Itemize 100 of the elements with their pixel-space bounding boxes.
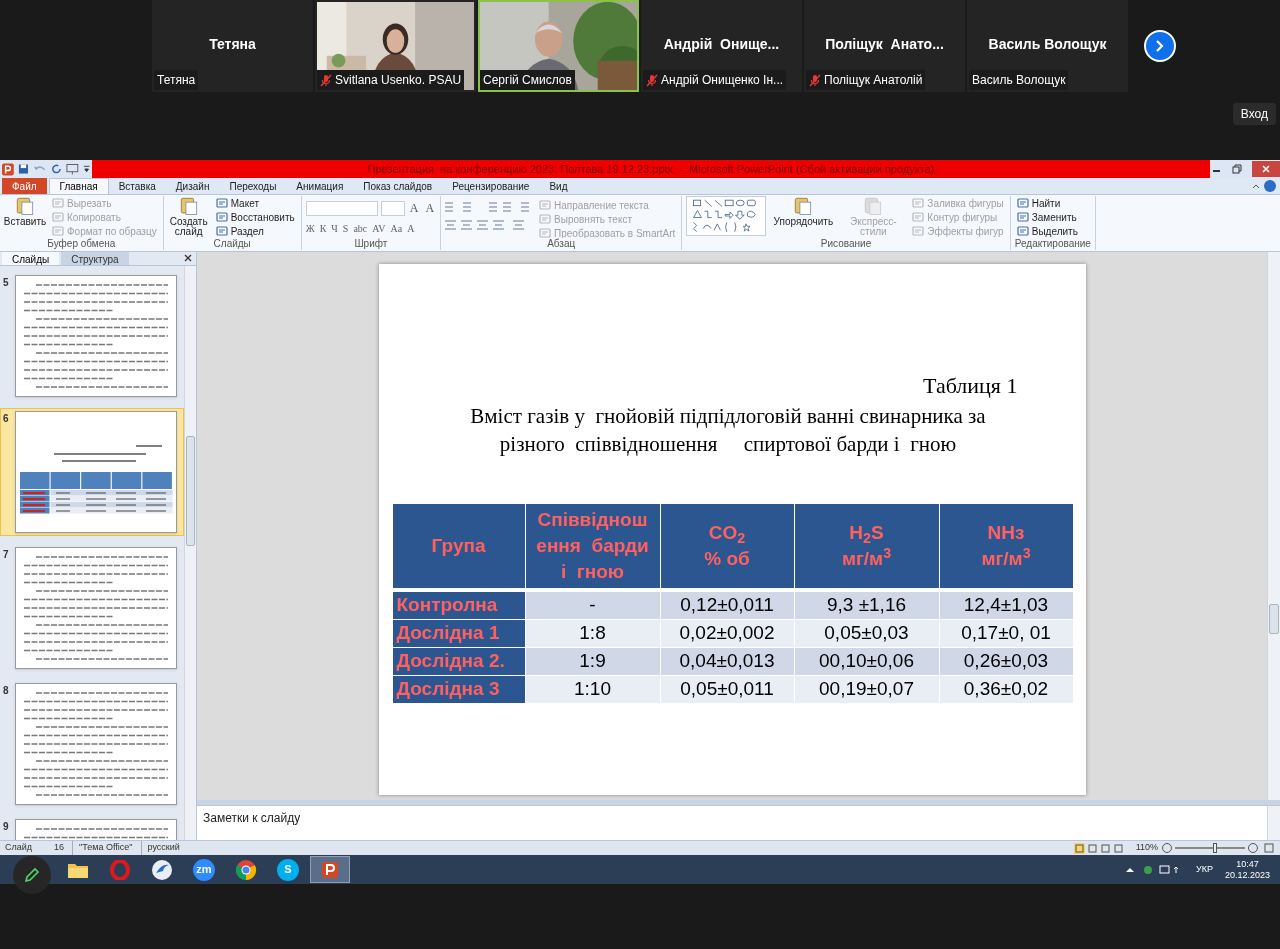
help-icon[interactable] [1264,180,1276,192]
command-icon [912,225,925,237]
status-slide-label: Слайд [5,841,33,855]
font-size-field[interactable] [380,200,405,216]
slide-number: 7 [3,548,10,562]
table-cell: 0,05±0,011 [660,675,795,703]
group-label: Абзац [546,238,576,250]
participant-tile[interactable]: Андрій Онище... Андрій Онищенко Ін... [641,0,802,92]
document-icon [863,196,884,216]
close-icon[interactable] [184,254,192,262]
taskbar-app[interactable] [310,856,350,883]
notes-pane[interactable]: Заметки к слайду [197,805,1280,840]
panel-tab[interactable]: Структура [61,252,129,265]
slider-thumb[interactable] [1212,843,1217,853]
ribbon-tab[interactable]: Главная [48,178,109,194]
column-header: CO$_{2}$ % об [660,504,795,588]
table-cell: 0,04±0,013 [660,647,795,675]
ribbon-tab[interactable]: Вставка [108,178,166,194]
table-cell: 1:8 [525,619,661,647]
ribbon-large-command[interactable]: Упорядочить [770,196,837,238]
window-title: Презентация на конференцию 2023. Полтава 19.12.23.pptx - Microsoft PowerPoint (Сбой активации продукта) [367,161,935,177]
slide-thumbnail[interactable]: 6 [0,408,184,536]
participant-tile[interactable]: Svitlana Usenko. PSAU [315,0,476,92]
ribbon-command[interactable]: Заменить [1014,210,1080,224]
file-tab[interactable]: Файл [2,178,47,194]
ribbon-tab[interactable]: Рецензирование [442,178,540,194]
ribbon-tab[interactable]: Показ слайдов [353,178,443,194]
font-size-button[interactable]: A [423,199,437,217]
participant-label: Андрій Онищенко Ін... [661,72,784,89]
group-label: Шрифт [353,238,389,250]
customize-menu-icon[interactable] [82,163,90,175]
ribbon-tab[interactable]: Анимация [286,178,354,194]
ribbon-command[interactable]: Выделить [1014,224,1080,238]
keyboard-language[interactable]: УКР [1196,862,1213,877]
participant-tile[interactable]: Поліщук Анато... Поліщук Анатолій [804,0,965,92]
column-header: Група [392,504,526,588]
font-size-button[interactable]: A [407,199,421,217]
ribbon-tab[interactable]: Вид [539,178,578,194]
participant-tile[interactable]: Сергій Смислов [478,0,639,92]
view-buttons-icon[interactable] [1073,842,1126,854]
save-icon[interactable] [17,163,29,175]
ribbon-tab[interactable]: Дизайн [165,178,220,194]
command-icon [215,197,228,209]
video-app-logo-icon: zm [193,858,215,881]
group-label: Буфер обмена [46,238,117,250]
app-logo-icon [2,162,14,176]
sign-in-button[interactable]: Вход [1232,103,1276,125]
close-icon [1262,165,1270,173]
ribbon-command[interactable]: Найти [1014,196,1080,210]
browser-logo-icon [235,858,257,881]
scrollbar[interactable] [1267,252,1280,800]
panel-tab[interactable]: Слайды [2,252,60,265]
table-cell: - [525,591,661,619]
row-header: Дослідна 3 [392,675,526,703]
format-button[interactable]: A [407,221,415,236]
ribbon-tab[interactable]: Переходы [219,178,287,194]
format-button[interactable]: AV [372,221,386,236]
participant-name: Тетяна [209,34,256,54]
ribbon-large-command[interactable]: Создать слайд [167,196,210,238]
muted-mic-icon [646,73,658,87]
format-button[interactable]: К [319,221,327,236]
participant-name: Василь Волощук [988,34,1107,54]
shapes-gallery-icon[interactable] [686,196,767,236]
format-button[interactable]: Ж [305,221,315,236]
slideshow-icon[interactable] [66,163,79,175]
ribbon-command[interactable]: Восстановить [213,210,297,224]
chevron-right-icon [1155,39,1165,53]
ribbon-command[interactable]: Раздел [213,224,297,238]
participant-tile[interactable]: Василь Волощук Василь Волощук [967,0,1128,92]
format-button[interactable]: Ч [331,221,338,236]
close-button[interactable] [1252,161,1280,177]
command-icon [52,211,64,223]
participant-tile[interactable]: Тетяна Тетяна [152,0,313,92]
pencil-icon [23,866,41,884]
redo-icon[interactable] [51,163,63,175]
muted-mic-icon [320,73,332,87]
clock-time: 10:47 [1236,858,1259,870]
command-icon [1016,197,1029,209]
table-cell: 0,02±0,002 [660,619,795,647]
zoom-reading[interactable]: 110% [1135,841,1158,855]
participant-name: Андрій Онище... [663,34,780,54]
row-header: Контролна [392,591,526,619]
next-page-button[interactable] [1144,30,1176,62]
ribbon-command[interactable]: Макет [213,196,297,210]
format-button[interactable]: Aa [390,221,403,236]
table-cell: 00,19±0,07 [794,675,940,703]
format-button[interactable]: abc [353,221,368,236]
ribbon-large-command[interactable]: Вставить [4,196,46,238]
format-button[interactable]: S [342,221,349,236]
scrollbar[interactable] [184,266,196,840]
font-name-field[interactable] [305,200,378,216]
presentation-app-icon [320,859,340,880]
scrollbar[interactable] [1267,806,1280,840]
participant-label: Svitlana Usenko. PSAU [335,72,462,89]
ring-logo-icon [110,859,130,880]
table-cell: 0,17±0, 01 [939,619,1074,647]
fit-to-window-icon[interactable] [1264,843,1274,853]
command-icon [215,211,228,223]
restore-icon[interactable] [1232,164,1242,174]
table-cell: 0,05±0,03 [794,619,940,647]
